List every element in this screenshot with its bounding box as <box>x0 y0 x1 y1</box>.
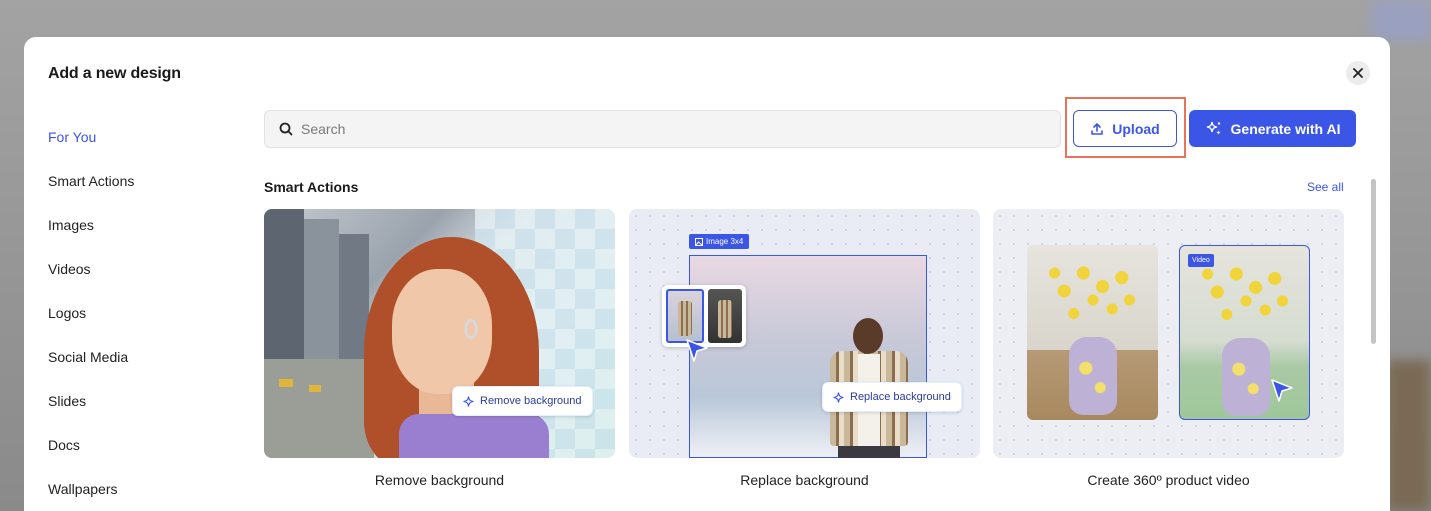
man-shorts <box>838 444 900 458</box>
search-bar <box>264 110 1061 148</box>
add-design-modal: Add a new design For You Smart Actions I… <box>24 37 1390 511</box>
upload-label: Upload <box>1112 120 1160 137</box>
card-label: Replace background <box>740 472 869 488</box>
scrollbar-thumb[interactable] <box>1371 179 1376 344</box>
replace-background-pill: Replace background <box>822 382 962 412</box>
upload-button[interactable]: Upload <box>1073 110 1177 147</box>
vase <box>1069 337 1117 415</box>
close-icon <box>1353 68 1363 78</box>
close-button[interactable] <box>1346 61 1370 85</box>
thumbnail-selected <box>666 289 704 343</box>
search-icon <box>279 122 293 136</box>
card-thumbnail: Remove background <box>264 209 615 458</box>
sidebar-item-images[interactable]: Images <box>48 203 228 247</box>
sidebar-item-for-you[interactable]: For You <box>48 115 228 159</box>
sidebar-item-docs[interactable]: Docs <box>48 423 228 467</box>
flowers <box>1045 255 1141 345</box>
image-size-tag: Image 3x4 <box>689 234 750 249</box>
flowers <box>1198 256 1294 346</box>
woman-sweater <box>399 414 549 458</box>
thumbnail <box>708 289 742 343</box>
sidebar-item-logos[interactable]: Logos <box>48 291 228 335</box>
sparkle-icon <box>833 391 844 403</box>
generate-with-ai-button[interactable]: Generate with AI <box>1189 110 1356 147</box>
pill-label: Replace background <box>850 391 951 403</box>
modal-title: Add a new design <box>48 65 181 82</box>
sparkle-icon <box>463 395 474 407</box>
man-head <box>853 318 883 354</box>
card-replace-background[interactable]: Image 3x4 Replace background Replace bac… <box>629 209 980 488</box>
street <box>264 359 374 458</box>
card-label: Remove background <box>374 472 505 488</box>
building <box>304 219 339 359</box>
taxi <box>309 385 321 392</box>
card-thumbnail: Image 3x4 Replace background <box>629 209 980 458</box>
card-product-video[interactable]: Video Create 360º product video <box>993 209 1344 488</box>
sidebar-item-wallpapers[interactable]: Wallpapers <box>48 467 228 511</box>
section-title: Smart Actions <box>264 179 359 195</box>
remove-background-pill: Remove background <box>452 386 593 416</box>
woman-earring <box>464 319 478 339</box>
building <box>264 209 304 359</box>
upload-icon <box>1091 122 1104 135</box>
vase <box>1222 338 1270 416</box>
cursor-icon <box>686 339 708 362</box>
sidebar-item-smart-actions[interactable]: Smart Actions <box>48 159 228 203</box>
card-label: Create 360º product video <box>1087 472 1250 488</box>
card-thumbnail: Video <box>993 209 1344 458</box>
generate-label: Generate with AI <box>1230 120 1341 137</box>
tag-label: Image 3x4 <box>706 237 744 246</box>
product-photo <box>1027 245 1158 420</box>
sidebar-item-videos[interactable]: Videos <box>48 247 228 291</box>
category-sidebar: For You Smart Actions Images Videos Logo… <box>48 115 228 511</box>
backdrop-blob <box>1371 0 1431 40</box>
cursor-icon <box>1271 379 1293 402</box>
see-all-link[interactable]: See all <box>1307 180 1344 194</box>
search-input[interactable] <box>301 121 1060 137</box>
card-remove-background[interactable]: Remove background Remove background <box>264 209 615 488</box>
sparkle-icon <box>1206 121 1221 135</box>
image-icon <box>695 237 703 246</box>
backdrop-blob <box>1386 360 1431 511</box>
sidebar-item-social-media[interactable]: Social Media <box>48 335 228 379</box>
sidebar-item-slides[interactable]: Slides <box>48 379 228 423</box>
taxi <box>279 379 293 387</box>
pill-label: Remove background <box>480 395 582 407</box>
